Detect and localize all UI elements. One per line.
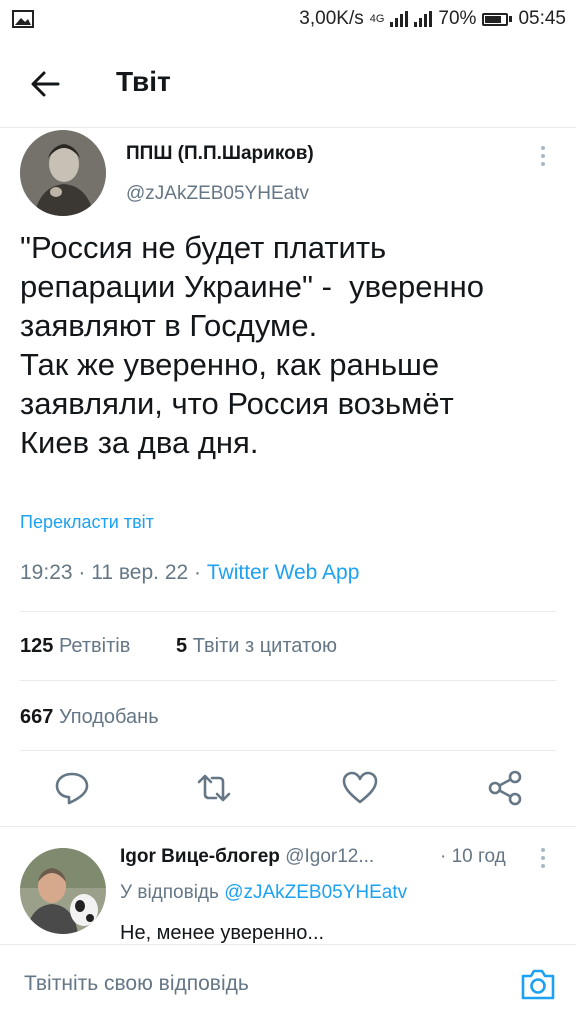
quotes-count: 5 bbox=[176, 635, 188, 657]
reply-avatar[interactable] bbox=[20, 848, 106, 934]
author-name[interactable]: ППШ (П.П.Шариков) bbox=[126, 143, 314, 165]
retweets-label: Ретвітів bbox=[58, 635, 131, 657]
battery-percent: 70% bbox=[438, 8, 477, 29]
translate-link[interactable]: Перекласти твіт bbox=[20, 512, 154, 533]
reply-icon[interactable] bbox=[52, 768, 92, 808]
separator: · bbox=[194, 561, 202, 584]
quotes-label: Твіти з цитатою bbox=[192, 635, 338, 657]
tweet-time: 19:23 bbox=[20, 561, 73, 584]
likes-label: Уподобань bbox=[58, 706, 159, 728]
avatar-image bbox=[20, 130, 106, 216]
network-speed: 3,00K/s bbox=[299, 8, 364, 29]
back-arrow-icon[interactable] bbox=[22, 66, 66, 102]
image-icon bbox=[12, 10, 34, 28]
network-type: 4G bbox=[369, 13, 385, 25]
reply-to-label: У відповідь bbox=[120, 882, 219, 903]
reply-time-value: 10 год bbox=[451, 846, 506, 867]
tweet-text-line: заявляют в Госдуме. bbox=[20, 308, 318, 343]
reply-text: Не, менее уверенно... bbox=[120, 922, 325, 944]
status-bar: 3,00K/s 4G 70% 05:45 bbox=[0, 0, 576, 40]
tweet-source[interactable]: Twitter Web App bbox=[207, 561, 360, 584]
tweet-text-line: репарации Украине" - уверенно bbox=[20, 269, 485, 304]
quote-stats[interactable]: 5 Твіти з цитатою bbox=[176, 635, 337, 658]
more-icon[interactable] bbox=[540, 146, 546, 170]
meta-divider bbox=[20, 611, 556, 612]
tweet-text-line: Так же уверенно, как раньше bbox=[20, 347, 440, 382]
reply-input[interactable]: Твітніть свою відповідь bbox=[24, 972, 249, 996]
retweets-count: 125 bbox=[20, 635, 54, 657]
header-divider bbox=[0, 127, 576, 128]
tweet-text-line: Киев за два дня. bbox=[20, 425, 259, 460]
tweet-text-line: "Россия не будет платить bbox=[20, 230, 387, 265]
likes-divider bbox=[20, 750, 556, 751]
retweet-icon[interactable] bbox=[194, 768, 234, 808]
avatar[interactable] bbox=[20, 130, 106, 216]
signal-icon bbox=[390, 11, 409, 27]
reply-context: У відповідь @zJAkZEB05YHEatv bbox=[120, 882, 407, 904]
tweet-text-line: заявляли, что Россия возьмёт bbox=[20, 386, 454, 421]
camera-icon[interactable] bbox=[518, 964, 558, 1004]
actions-divider bbox=[0, 826, 576, 827]
reply-author-name: Igor Вице-блогер bbox=[120, 846, 280, 867]
clock: 05:45 bbox=[518, 8, 566, 29]
reply-author-handle: @Igor12... bbox=[285, 846, 375, 867]
retweet-stats[interactable]: 125 Ретвітів bbox=[20, 635, 130, 658]
like-stats[interactable]: 667 Уподобань bbox=[20, 706, 159, 729]
stats-divider bbox=[20, 680, 556, 681]
tweet-actions bbox=[0, 768, 576, 812]
signal-icon bbox=[414, 11, 433, 27]
tweet-date: 11 вер. 22 bbox=[91, 561, 189, 584]
share-icon[interactable] bbox=[486, 768, 526, 808]
reply-time: · 10 год bbox=[440, 846, 506, 868]
reply-avatar-image bbox=[20, 848, 106, 934]
separator: · bbox=[440, 846, 447, 867]
likes-count: 667 bbox=[20, 706, 54, 728]
like-icon[interactable] bbox=[340, 768, 380, 808]
reply-author[interactable]: Igor Вице-блогер @Igor12... bbox=[120, 846, 374, 868]
author-handle[interactable]: @zJAkZEB05YHEatv bbox=[126, 183, 309, 205]
battery-icon bbox=[482, 12, 513, 26]
tweet-text: "Россия не будет платить репарации Украи… bbox=[20, 228, 560, 462]
page-title: Твіт bbox=[116, 66, 171, 97]
tweet-meta: 19:23 · 11 вер. 22 · Twitter Web App bbox=[20, 561, 359, 585]
reply-to-handle[interactable]: @zJAkZEB05YHEatv bbox=[224, 882, 407, 903]
separator: · bbox=[78, 561, 86, 584]
more-icon[interactable] bbox=[540, 848, 546, 872]
status-right: 3,00K/s 4G 70% 05:45 bbox=[299, 8, 566, 30]
